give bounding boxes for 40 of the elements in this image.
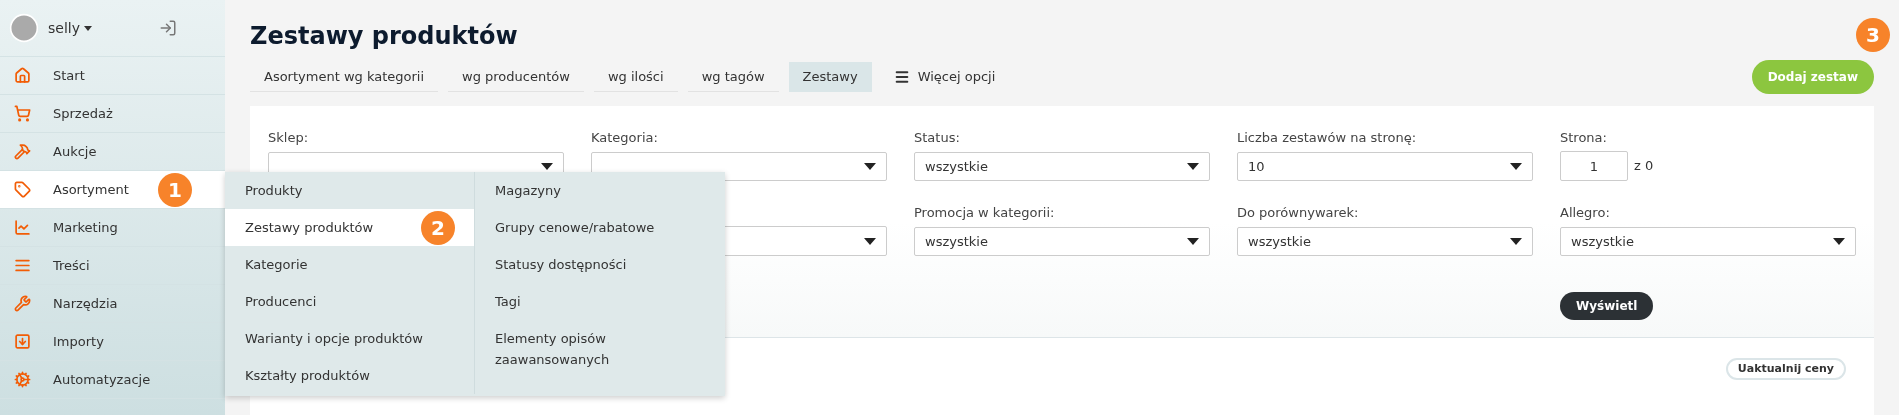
field-label: Status: <box>914 129 961 147</box>
user-menu[interactable]: selly <box>48 17 92 39</box>
select-field[interactable]: 10 <box>1237 151 1533 181</box>
update-prices-button[interactable]: Uaktualnij ceny <box>1725 358 1846 380</box>
submenu-item[interactable]: Elementy opisów zaawansowanych <box>475 320 725 378</box>
submenu-item[interactable]: Producenci <box>225 283 474 320</box>
submenu-item[interactable]: Produkty <box>225 172 474 209</box>
select-field[interactable]: wszystkie <box>1560 226 1856 256</box>
number-badge: 3 <box>1856 18 1890 52</box>
field-label: Strona: <box>1560 128 1608 147</box>
submenu-item[interactable]: Kategorie <box>225 246 474 283</box>
tab[interactable]: wg tagów <box>687 62 779 92</box>
submenu-item[interactable]: Magazyny <box>475 172 725 209</box>
page-title: Zestawy produktów <box>250 21 518 52</box>
more-options-button[interactable]: Więcej opcji <box>881 67 1008 87</box>
show-button[interactable]: Wyświetl <box>1560 292 1654 320</box>
tab[interactable]: Asortyment wg kategorii <box>250 62 439 92</box>
submenu-item[interactable]: Kształty produktów <box>225 357 474 394</box>
submenu-item[interactable]: Tagi <box>475 283 725 320</box>
select-field[interactable]: wszystkie <box>914 151 1210 181</box>
page-total: z 0 <box>1634 157 1654 176</box>
sidebar-item[interactable]: Asortyment 1 <box>0 171 225 209</box>
field-label: Liczba zestawów na stronę: <box>1237 129 1418 147</box>
field-label: Promocja w kategorii: <box>914 204 1056 222</box>
field-label: Sklep: <box>268 129 310 147</box>
field-label: Do porównywarek: <box>1237 204 1360 222</box>
field-label: Kategoria: <box>591 129 659 147</box>
tab[interactable]: Zestawy <box>788 62 872 92</box>
tab[interactable]: wg ilości <box>593 62 678 92</box>
submenu-item[interactable]: Warianty i opcje produktów <box>225 320 474 357</box>
page-input[interactable]: 1 <box>1560 151 1628 181</box>
field-label: Allegro: <box>1560 204 1611 222</box>
number-badge: 1 <box>158 173 192 207</box>
select-field[interactable]: wszystkie <box>1237 226 1533 256</box>
submenu-item[interactable]: Zestawy produktów 2 <box>225 209 474 246</box>
select-field[interactable]: wszystkie <box>914 226 1210 256</box>
number-badge: 2 <box>421 211 455 245</box>
tab[interactable]: wg producentów <box>448 62 584 92</box>
submenu-item[interactable]: Grupy cenowe/rabatowe <box>475 209 725 246</box>
submenu-item[interactable]: Statusy dostępności <box>475 246 725 283</box>
